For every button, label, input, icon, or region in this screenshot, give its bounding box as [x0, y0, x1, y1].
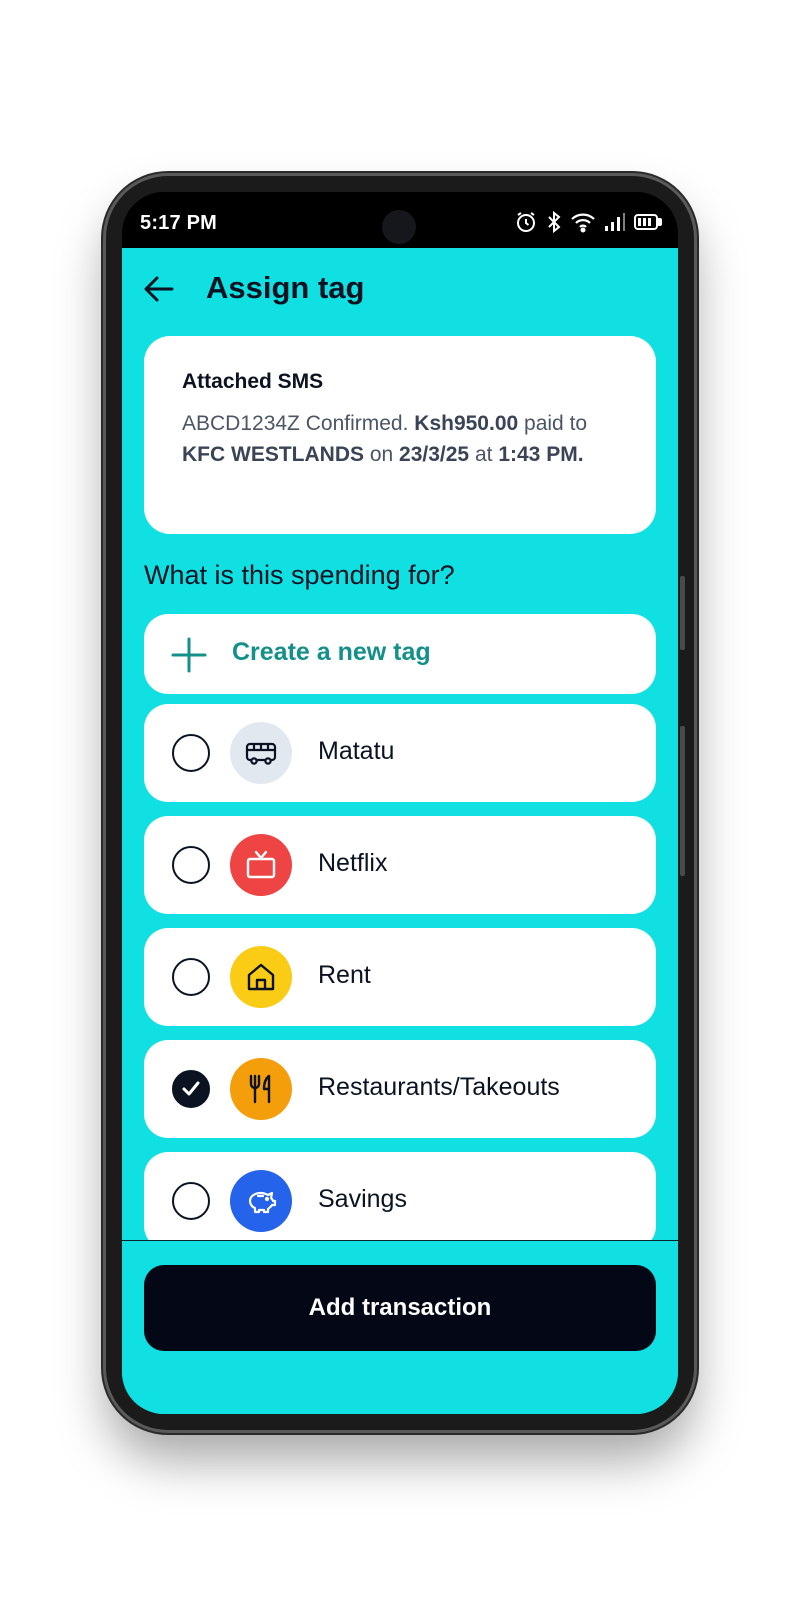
tag-icon-bg [230, 834, 292, 896]
fork-knife-icon [249, 1074, 271, 1104]
sms-to: to [569, 412, 588, 435]
tag-row-netflix[interactable]: Netflix [144, 816, 656, 914]
signal-icon [605, 213, 625, 231]
checkmark-icon [182, 1081, 200, 1096]
screen: 5:17 PM Assign tag Attached SMS ABCD1234… [122, 192, 678, 1414]
sms-merchant: KFC WESTLANDS [182, 443, 364, 466]
bluetooth-icon [548, 210, 561, 234]
tag-icon-bg [230, 946, 292, 1008]
radio-netflix[interactable] [172, 846, 210, 884]
volume-button [680, 576, 685, 650]
spending-question: What is this spending for? [144, 560, 455, 590]
radio-savings[interactable] [172, 1182, 210, 1220]
sms-time: 1:43 PM. [498, 443, 584, 466]
tag-row-savings[interactable]: Savings [144, 1152, 656, 1240]
tag-row-matatu[interactable]: Matatu [144, 704, 656, 802]
camera-cutout [382, 210, 416, 244]
sms-date: 23/3/25 [399, 443, 470, 466]
power-button [680, 726, 685, 876]
tag-label: Savings [318, 1185, 407, 1213]
bus-icon [245, 742, 277, 765]
tag-label: Matatu [318, 737, 395, 765]
status-time: 5:17 PM [140, 212, 217, 234]
house-icon [247, 963, 275, 991]
create-tag-button[interactable]: Create a new tag [144, 614, 656, 694]
alarm-icon [517, 212, 535, 232]
tag-icon-bg [230, 722, 292, 784]
status-bar: 5:17 PM [122, 192, 678, 248]
status-icons [514, 210, 662, 234]
sms-heading: Attached SMS [182, 370, 324, 393]
tag-list: Matatu Netflix Rent Restaurants/Takeouts… [122, 704, 678, 1240]
wifi-icon [571, 213, 595, 233]
sms-paid: paid [524, 412, 564, 435]
tag-row-rent[interactable]: Rent [144, 928, 656, 1026]
tag-label: Netflix [318, 849, 388, 877]
sms-amount: Ksh950.00 [414, 412, 519, 435]
tag-icon-bg [230, 1170, 292, 1232]
page-title: Assign tag [206, 270, 365, 305]
sms-message: ABCD1234Z Confirmed. Ksh950.00 paid to K… [182, 408, 618, 470]
sms-on: on [369, 443, 394, 466]
tag-row-restaurants[interactable]: Restaurants/Takeouts [144, 1040, 656, 1138]
attached-sms-card: Attached SMS ABCD1234Z Confirmed. Ksh950… [144, 336, 656, 534]
radio-rent[interactable] [172, 958, 210, 996]
radio-matatu[interactable] [172, 734, 210, 772]
phone-frame: 5:17 PM Assign tag Attached SMS ABCD1234… [106, 176, 694, 1430]
add-transaction-button[interactable]: Add transaction [144, 1265, 656, 1351]
app-screen: Assign tag Attached SMS ABCD1234Z Confir… [122, 248, 678, 1414]
radio-restaurants[interactable] [172, 1070, 210, 1108]
piggy-bank-icon [248, 1191, 277, 1214]
back-arrow-icon[interactable] [142, 272, 176, 306]
sms-code: ABCD1234Z Confirmed. [182, 412, 409, 435]
tv-icon [246, 850, 276, 879]
tag-label: Rent [318, 961, 371, 989]
sms-at: at [474, 443, 493, 466]
plus-icon [171, 637, 207, 673]
battery-icon [634, 214, 662, 230]
bottom-bar: Add transaction [122, 1240, 678, 1414]
tag-icon-bg [230, 1058, 292, 1120]
top-bar: Assign tag [122, 248, 678, 328]
create-tag-label: Create a new tag [232, 638, 431, 666]
tag-label: Restaurants/Takeouts [318, 1073, 560, 1101]
